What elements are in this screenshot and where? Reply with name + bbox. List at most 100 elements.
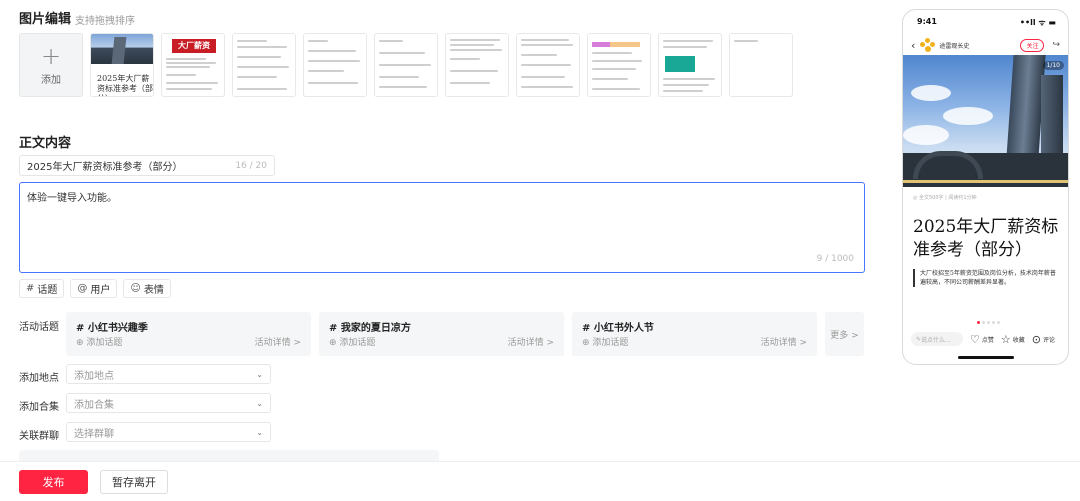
comment-icon: ⊙ (1031, 332, 1041, 346)
carousel-dots (977, 321, 1000, 324)
chevron-down-icon: ⌄ (256, 427, 263, 437)
thumb-line (663, 40, 713, 42)
add-topic-link[interactable]: ⊕ 添加话题 (329, 335, 375, 348)
save-draft-button[interactable]: 暂存离开 (100, 470, 168, 494)
more-topics-button[interactable]: 更多 > (825, 312, 864, 356)
thumb-line (237, 66, 289, 68)
topic-name: # 小红书外人节 (582, 323, 654, 334)
thumb-line (521, 76, 565, 78)
image-thumb[interactable]: 大厂薪资 (161, 33, 225, 97)
topic-name: # 小红书兴趣季 (76, 323, 148, 334)
thumb-line (237, 56, 281, 58)
mention-user-button[interactable]: @ 用户 (70, 279, 118, 298)
comment-input[interactable]: ✎ 说点什么... (911, 332, 963, 346)
like-button[interactable]: ♡ 点赞 (970, 333, 994, 346)
thumb-line (379, 86, 427, 88)
note-title-input[interactable]: 2025年大厂薪资标准参考（部分） 16 / 20 (19, 155, 275, 176)
topic-detail-link[interactable]: 活动详情 > (761, 335, 807, 348)
thumb-line (450, 70, 498, 72)
status-time: 9:41 (917, 17, 937, 26)
insert-toolbar: # 话题 @ 用户 ☺ 表情 (19, 279, 171, 298)
thumb-line (166, 88, 212, 90)
back-icon[interactable]: ‹ (911, 39, 915, 52)
carousel-dot (982, 321, 985, 324)
image-thumb[interactable] (303, 33, 367, 97)
emoji-button[interactable]: ☺ 表情 (123, 279, 171, 298)
thumb-line (379, 76, 419, 78)
thumb-line (379, 52, 425, 54)
mobile-preview: 9:41 ••ll ᯤ ▬ ‹ 途雷观长史 关注 ↪ 1/10 ◎ 全文500字… (902, 9, 1069, 365)
image-thumb[interactable] (374, 33, 438, 97)
publish-button[interactable]: 发布 (19, 470, 88, 494)
topic-detail-link[interactable]: 活动详情 > (508, 335, 554, 348)
comment-button[interactable]: ⊙ 评论 (1032, 333, 1055, 346)
note-editor: 图片编辑 支持拖拽排序 + 添加 2025年大厂薪资标准参考（部分） 大厂薪资 (19, 0, 889, 501)
group-chat-select[interactable]: 选择群聊 ⌄ (66, 422, 271, 442)
image-thumb[interactable] (587, 33, 651, 97)
group-chat-label: 关联群聊 (19, 431, 59, 442)
thumb-line (166, 62, 216, 64)
location-placeholder: 添加地点 (74, 370, 114, 382)
thumb-line (450, 82, 490, 84)
activity-topic-card[interactable]: # 小红书外人节 ⊕ 添加话题 活动详情 > (572, 312, 817, 356)
topic-button-label: 话题 (37, 285, 58, 296)
thumb-line (592, 78, 628, 80)
group-chat-placeholder: 选择群聊 (74, 428, 114, 440)
building-lights (903, 180, 1068, 183)
add-topic-link[interactable]: ⊕ 添加话题 (582, 335, 628, 348)
thumb-line (521, 64, 571, 66)
image-thumb[interactable] (658, 33, 722, 97)
image-page-indicator: 1/10 (1042, 61, 1064, 70)
thumb-line (663, 84, 709, 86)
image-thumb[interactable] (516, 33, 580, 97)
activity-topic-card[interactable]: # 我家的夏日凉方 ⊕ 添加话题 活动详情 > (319, 312, 564, 356)
image-section-hint: 支持拖拽排序 (75, 16, 135, 27)
thumb-line (237, 40, 267, 42)
topic-detail-link[interactable]: 活动详情 > (255, 335, 301, 348)
collect-button[interactable]: ☆ 收藏 (1001, 333, 1025, 346)
content-section-title: 正文内容 (19, 136, 72, 151)
thumb-line (308, 50, 356, 52)
thumb-line (450, 39, 500, 41)
topic-button[interactable]: # 话题 (19, 279, 65, 298)
collect-label: 收藏 (1012, 336, 1025, 344)
add-topic-label: 添加话题 (339, 338, 376, 348)
collection-label: 添加合集 (19, 402, 59, 413)
thumb-line (521, 44, 573, 46)
note-body-textarea[interactable]: 体验一键导入功能。 9 / 1000 (19, 182, 865, 273)
location-select[interactable]: 添加地点 ⌄ (66, 364, 271, 384)
chevron-down-icon: ⌄ (256, 398, 263, 408)
comment-placeholder: 说点什么... (921, 336, 951, 344)
preview-action-bar: ✎ 说点什么... ♡ 点赞 ☆ 收藏 ⊙ 评论 (911, 331, 1062, 347)
add-topic-label: 添加话题 (86, 338, 123, 348)
activity-topic-card[interactable]: # 小红书兴趣季 ⊕ 添加话题 活动详情 > (66, 312, 311, 356)
thumb-line (450, 44, 494, 46)
carousel-dot (997, 321, 1000, 324)
note-title-count: 16 / 20 (235, 160, 267, 171)
image-thumb[interactable] (232, 33, 296, 97)
add-topic-link[interactable]: ⊕ 添加话题 (76, 335, 122, 348)
image-list: + 添加 2025年大厂薪资标准参考（部分） 大厂薪资 (19, 33, 793, 97)
thumb-line (592, 52, 632, 54)
image-section-title: 图片编辑 (19, 12, 72, 27)
image-thumb[interactable] (729, 33, 793, 97)
thumb-line (308, 70, 344, 72)
add-image-label: 添加 (41, 74, 61, 86)
plus-circle-icon: ⊕ (329, 338, 340, 348)
follow-button[interactable]: 关注 (1020, 38, 1045, 52)
image-thumb[interactable] (445, 33, 509, 97)
thumb-caption: 2025年大厂薪资标准参考（部分） (97, 74, 153, 96)
like-label: 点赞 (981, 336, 994, 344)
article-meta: ◎ 全文500字 | 阅读约1分钟 (913, 195, 977, 201)
thumb-green-block (665, 56, 695, 72)
thumb-line (379, 64, 431, 66)
paw-dot (930, 42, 936, 47)
status-icons: ••ll ᯤ ▬ (1019, 18, 1056, 27)
thumb-line (521, 54, 557, 56)
add-image-button[interactable]: + 添加 (19, 33, 83, 97)
thumb-line (166, 66, 210, 68)
image-thumb[interactable]: 2025年大厂薪资标准参考（部分） (90, 33, 154, 97)
collection-select[interactable]: 添加合集 ⌄ (66, 393, 271, 413)
thumb-banner: 大厂薪资 (172, 39, 216, 53)
share-icon[interactable]: ↪ (1052, 40, 1060, 50)
